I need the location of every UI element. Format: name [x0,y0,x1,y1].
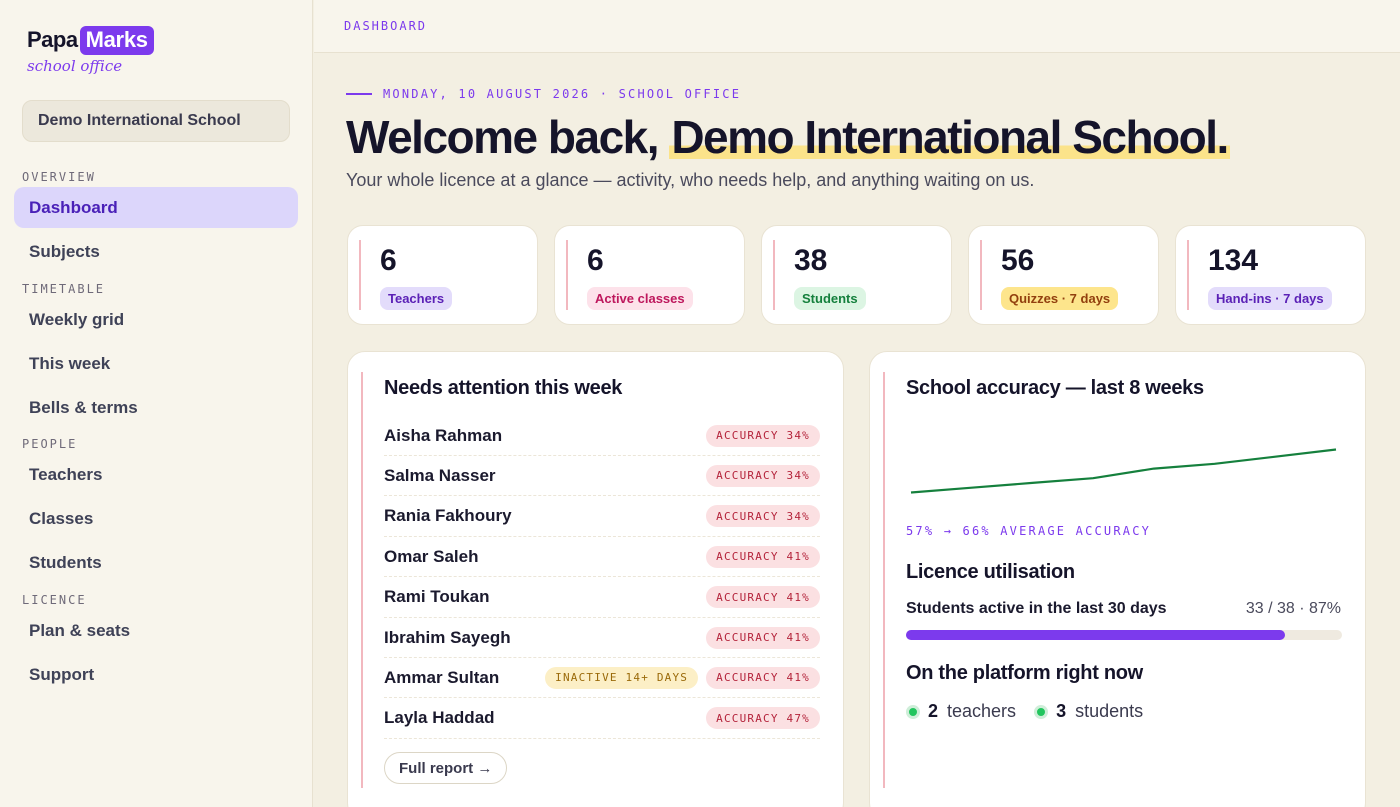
panel-title: Needs attention this week [384,377,623,399]
accuracy-badge: ACCURACY 41% [706,626,820,649]
brand-name-part2: Marks [79,25,154,55]
online-teachers-count: 2 [928,701,939,721]
accuracy-badge: ACCURACY 41% [706,586,820,609]
student-name: Salma Nasser [384,465,496,485]
sidebar-item-bells-terms[interactable]: Bells & terms [14,387,298,428]
sidebar-item-support[interactable]: Support [14,654,298,695]
online-teachers-label: teachers [947,701,1017,721]
stat-label: Quizzes · 7 days [1001,287,1119,310]
dateline: MONDAY, 10 AUGUST 2026 · SCHOOL OFFICE [346,87,741,101]
stat-label: Teachers [380,287,453,310]
student-name: Rami Toukan [384,587,490,607]
accuracy-badge: ACCURACY 34% [706,424,820,447]
sidebar-item-plan-seats[interactable]: Plan & seats [14,610,298,651]
stat-label: Hand-ins · 7 days [1208,287,1332,310]
online-dot-icon [1034,704,1049,719]
online-title: On the platform right now [906,662,1143,684]
accuracy-badge: ACCURACY 34% [706,505,820,528]
sidebar-item-dashboard[interactable]: Dashboard [14,187,298,228]
stat-card-hand-ins[interactable]: 134 Hand-ins · 7 days [1175,225,1366,325]
licence-progress-bar [906,630,1342,640]
panel-title: School accuracy — last 8 weeks [906,377,1204,399]
card-accent-rule [773,240,775,310]
welcome-school-name: Demo International School. [669,111,1230,163]
dateline-text: MONDAY, 10 AUGUST 2026 · SCHOOL OFFICE [383,87,742,101]
nav-section-timetable: TIMETABLE [22,282,106,296]
student-name: Ammar Sultan [384,667,500,687]
school-accuracy-panel: School accuracy — last 8 weeks 57% → 66%… [869,351,1366,807]
full-report-button[interactable]: Full report → [384,752,508,784]
accuracy-badge: ACCURACY 47% [706,707,820,730]
card-accent-rule [1187,240,1189,310]
stat-label: Active classes [587,287,693,310]
student-name: Aisha Rahman [384,425,503,445]
stat-card-teachers[interactable]: 6 Teachers [347,225,538,325]
attention-row[interactable]: Rami Toukan ACCURACY 41% [384,578,820,618]
panel-accent-rule [361,372,363,788]
attention-row[interactable]: Ammar Sultan INACTIVE 14+ DAYS ACCURACY 41… [384,658,820,699]
licence-progress-fill [906,630,1286,640]
card-accent-rule [359,240,361,310]
school-selector[interactable]: Demo International School [22,100,290,142]
attention-row[interactable]: Layla Haddad ACCURACY 47% [384,699,820,739]
nav-section-people: PEOPLE [22,437,78,451]
brand-logo[interactable]: Papa Marks school office [27,25,154,75]
online-dot-icon [906,704,920,719]
stat-value: 134 [1208,244,1259,277]
page-tagline: Your whole licence at a glance — activit… [346,170,1035,190]
dateline-rule [346,93,372,95]
attention-row[interactable]: Rania Fakhoury ACCURACY 34% [384,497,820,537]
attention-row[interactable]: Salma Nasser ACCURACY 34% [384,456,820,497]
brand-name-part1: Papa [27,27,78,52]
stat-card-quizzes[interactable]: 56 Quizzes · 7 days [968,225,1159,325]
stat-card-active-classes[interactable]: 6 Active classes [554,225,745,325]
welcome-prefix: Welcome back, [346,111,660,163]
sidebar-item-subjects[interactable]: Subjects [14,231,298,272]
student-name: Rania Fakhoury [384,506,512,526]
online-status: 2 teachers 3 students [906,701,1143,722]
card-accent-rule [980,240,982,310]
nav-section-licence: LICENCE [22,593,87,607]
inactive-badge: INACTIVE 14+ DAYS [545,666,699,689]
nav-section-overview: OVERVIEW [22,170,96,184]
student-name: Ibrahim Sayegh [384,627,511,647]
licence-title: Licence utilisation [906,561,1075,583]
stat-card-students[interactable]: 38 Students [761,225,952,325]
breadcrumb: DASHBOARD [314,0,1400,53]
sidebar-item-teachers[interactable]: Teachers [14,454,298,495]
sidebar-item-weekly-grid[interactable]: Weekly grid [14,299,298,340]
attention-row[interactable]: Omar Saleh ACCURACY 41% [384,537,820,578]
online-students-count: 3 [1056,701,1067,721]
accuracy-series-line [910,448,1337,494]
stat-label: Students [794,287,866,310]
stat-value: 6 [380,244,397,277]
student-name: Layla Haddad [384,708,495,728]
sidebar-item-classes[interactable]: Classes [14,498,298,539]
panel-accent-rule [883,372,885,788]
stat-value: 56 [1001,244,1035,277]
page-title: Welcome back, Demo International School. [346,110,1230,164]
accuracy-line-chart [910,448,1337,494]
accuracy-badge: ACCURACY 34% [706,464,820,487]
stat-value: 38 [794,244,828,277]
accuracy-badge: ACCURACY 41% [706,666,820,689]
accuracy-summary: 57% → 66% AVERAGE ACCURACY [906,524,1152,538]
sidebar: Papa Marks school office Demo Internatio… [0,0,313,807]
licence-value: 33 / 38 · 87% [1245,600,1341,617]
needs-attention-panel: Needs attention this week Aisha Rahman AC… [347,351,844,807]
sidebar-item-students[interactable]: Students [14,542,298,583]
licence-label: Students active in the last 30 days [906,600,1167,617]
sidebar-item-this-week[interactable]: This week [14,343,298,384]
attention-row[interactable]: Ibrahim Sayegh ACCURACY 41% [384,618,820,658]
accuracy-badge: ACCURACY 41% [706,545,820,568]
attention-row[interactable]: Aisha Rahman ACCURACY 34% [384,416,820,456]
student-name: Omar Saleh [384,546,479,566]
online-students-label: students [1075,701,1144,721]
card-accent-rule [566,240,568,310]
stat-value: 6 [587,244,604,277]
brand-subtitle: school office [27,57,123,75]
